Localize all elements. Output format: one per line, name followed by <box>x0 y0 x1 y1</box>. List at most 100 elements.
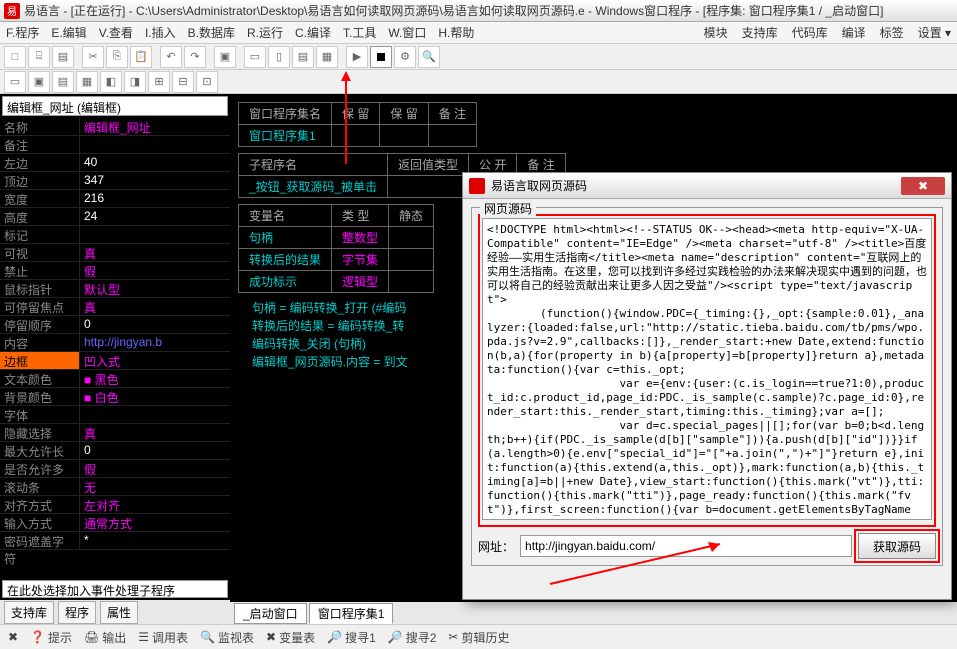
fetch-button[interactable]: 获取源码 <box>858 533 936 559</box>
status-search1[interactable]: 🔎 搜寻1 <box>327 629 376 646</box>
tool-b-icon[interactable]: ▣ <box>28 71 50 93</box>
copy-icon[interactable]: ⎘ <box>106 46 128 68</box>
dialog-logo-icon <box>469 178 485 194</box>
tab-program: 程序 <box>58 601 96 624</box>
property-row[interactable]: 文本颜色■ 黑色 <box>0 370 230 388</box>
menu-database[interactable]: B.数据库 <box>188 24 235 41</box>
property-row[interactable]: 背景颜色■ 白色 <box>0 388 230 406</box>
redo-icon[interactable]: ↷ <box>184 46 206 68</box>
status-bar: ✖ ❓ 提示 🖨 输出 ☰ 调用表 🔍 监视表 ✖ 变量表 🔎 搜寻1 🔎 搜寻… <box>0 624 957 649</box>
property-row[interactable]: 字体 <box>0 406 230 424</box>
property-row[interactable]: 高度24 <box>0 208 230 226</box>
tool-f-icon[interactable]: ◨ <box>124 71 146 93</box>
stop-button[interactable] <box>370 46 392 68</box>
status-hint[interactable]: ❓ 提示 <box>30 629 72 646</box>
binoculars-icon[interactable]: 🔍 <box>418 46 440 68</box>
property-row[interactable]: 可视真 <box>0 244 230 262</box>
property-row[interactable]: 密码遮盖字符* <box>0 532 230 550</box>
tab-property: 属性 <box>100 601 138 624</box>
menu-window[interactable]: W.窗口 <box>388 24 426 41</box>
property-row[interactable]: 宽度216 <box>0 190 230 208</box>
cut-icon[interactable]: ✂ <box>82 46 104 68</box>
property-row[interactable]: 顶边347 <box>0 172 230 190</box>
status-watch[interactable]: 🔍 监视表 <box>200 629 254 646</box>
property-row[interactable]: 最大允许长度0 <box>0 442 230 460</box>
result-dialog: 易语言取网页源码 ✖ 网页源码 网址： 获取源码 <box>462 172 952 600</box>
run-icon[interactable]: ▶ <box>346 46 368 68</box>
property-row[interactable]: 禁止假 <box>0 262 230 280</box>
property-row[interactable]: 左边40 <box>0 154 230 172</box>
layout1-icon[interactable]: ▭ <box>244 46 266 68</box>
new-icon[interactable]: □ <box>4 46 26 68</box>
property-row[interactable]: 隐藏选择真 <box>0 424 230 442</box>
table-variables: 变量名类 型静态 句柄整数型 转换后的结果字节集 成功标示逻辑型 <box>238 204 434 293</box>
menu-compile[interactable]: C.编译 <box>295 24 331 41</box>
app-logo-icon: 易 <box>4 3 20 19</box>
group-label: 网页源码 <box>480 200 536 217</box>
source-textarea[interactable] <box>482 218 932 520</box>
property-grid: 名称编辑框_网址备注左边40顶边347宽度216高度24标记可视真禁止假鼠标指针… <box>0 118 230 578</box>
menu-settings[interactable]: 设置 ▾ <box>918 24 951 41</box>
event-select[interactable]: 在此处选择加入事件处理子程序 <box>2 580 228 598</box>
menu-help[interactable]: H.帮助 <box>438 24 474 41</box>
tool-i-icon[interactable]: ⊡ <box>196 71 218 93</box>
menu-module[interactable]: 模块 <box>704 24 728 41</box>
open-icon[interactable]: ⌸ <box>28 46 50 68</box>
tool-g-icon[interactable]: ⊞ <box>148 71 170 93</box>
debug-icon[interactable]: ⚙ <box>394 46 416 68</box>
property-row[interactable]: 鼠标指针默认型 <box>0 280 230 298</box>
toolbar-secondary: ▭ ▣ ▤ ▦ ◧ ◨ ⊞ ⊟ ⊡ <box>0 70 957 94</box>
status-close-icon[interactable]: ✖ <box>8 630 18 644</box>
menu-view[interactable]: V.查看 <box>99 24 133 41</box>
status-calltable[interactable]: ☰ 调用表 <box>138 629 188 646</box>
menu-tools[interactable]: T.工具 <box>343 24 376 41</box>
property-row[interactable]: 可停留焦点真 <box>0 298 230 316</box>
menu-edit[interactable]: E.编辑 <box>51 24 86 41</box>
property-row[interactable]: 边框凹入式 <box>0 352 230 370</box>
layout4-icon[interactable]: ▦ <box>316 46 338 68</box>
tool-e-icon[interactable]: ◧ <box>100 71 122 93</box>
menu-insert[interactable]: I.插入 <box>145 24 176 41</box>
status-search2[interactable]: 🔎 搜寻2 <box>388 629 437 646</box>
property-row[interactable]: 输入方式通常方式 <box>0 514 230 532</box>
property-row[interactable]: 对齐方式左对齐 <box>0 496 230 514</box>
annotation-box <box>478 214 936 527</box>
component-select[interactable]: 编辑框_网址 (编辑框) <box>2 96 228 116</box>
window-icon[interactable]: ▣ <box>214 46 236 68</box>
menu-codelib[interactable]: 代码库 <box>792 24 828 41</box>
tab-support: 支持库 <box>4 601 54 624</box>
status-output[interactable]: 🖨 输出 <box>84 629 126 646</box>
close-button[interactable]: ✖ <box>901 177 945 195</box>
property-row[interactable]: 标记 <box>0 226 230 244</box>
menu-tag[interactable]: 标签 <box>880 24 904 41</box>
url-input[interactable] <box>520 535 852 557</box>
property-row[interactable]: 名称编辑框_网址 <box>0 118 230 136</box>
toolbar-main: □ ⌸ ▤ ✂ ⎘ 📋 ↶ ↷ ▣ ▭ ▯ ▤ ▦ ▶ ⚙ 🔍 <box>0 44 957 70</box>
property-row[interactable]: 是否允许多行假 <box>0 460 230 478</box>
menu-support[interactable]: 支持库 <box>742 24 778 41</box>
menu-build[interactable]: 编译 <box>842 24 866 41</box>
menu-program[interactable]: F.程序 <box>6 24 39 41</box>
tool-d-icon[interactable]: ▦ <box>76 71 98 93</box>
save-icon[interactable]: ▤ <box>52 46 74 68</box>
status-cliphist[interactable]: ✂ 剪辑历史 <box>448 629 509 646</box>
dialog-title: 易语言取网页源码 <box>491 177 901 194</box>
undo-icon[interactable]: ↶ <box>160 46 182 68</box>
layout2-icon[interactable]: ▯ <box>268 46 290 68</box>
property-row[interactable]: 内容http://jingyan.b <box>0 334 230 352</box>
property-row[interactable]: 停留顺序0 <box>0 316 230 334</box>
layout3-icon[interactable]: ▤ <box>292 46 314 68</box>
menu-run[interactable]: R.运行 <box>247 24 283 41</box>
table-programset: 窗口程序集名保 留保 留备 注 窗口程序集1 <box>238 102 477 147</box>
status-vars[interactable]: ✖ 变量表 <box>266 629 315 646</box>
paste-icon[interactable]: 📋 <box>130 46 152 68</box>
property-row[interactable]: 备注 <box>0 136 230 154</box>
property-row[interactable]: 滚动条无 <box>0 478 230 496</box>
main-menu: F.程序 E.编辑 V.查看 I.插入 B.数据库 R.运行 C.编译 T.工具… <box>0 22 957 44</box>
tab-startwindow: _启动窗口 <box>234 603 307 624</box>
window-title: 易语言 - [正在运行] - C:\Users\Administrator\De… <box>24 2 883 19</box>
tool-c-icon[interactable]: ▤ <box>52 71 74 93</box>
tool-a-icon[interactable]: ▭ <box>4 71 26 93</box>
tool-h-icon[interactable]: ⊟ <box>172 71 194 93</box>
url-label: 网址： <box>478 538 514 555</box>
